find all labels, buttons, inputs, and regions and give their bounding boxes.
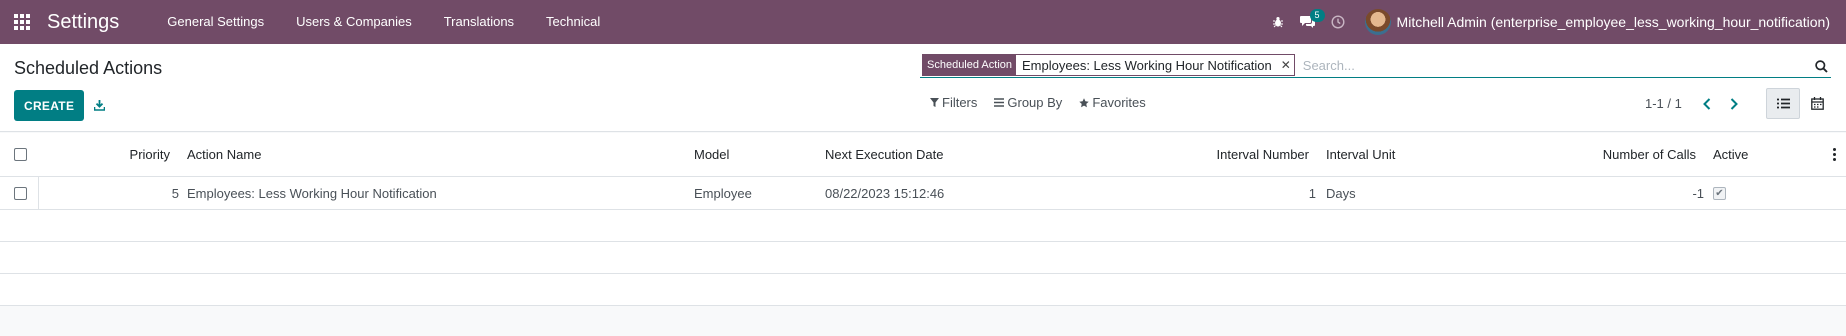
app-title[interactable]: Settings	[47, 11, 119, 34]
filters-button[interactable]: Filters	[930, 95, 977, 110]
kebab-icon	[1833, 148, 1837, 161]
search-options: Filters Group By Favorites	[930, 95, 1163, 110]
select-all-cell	[14, 133, 27, 176]
group-by-label: Group By	[1007, 95, 1063, 110]
menu-general-settings[interactable]: General Settings	[151, 0, 280, 44]
column-next-execution-date[interactable]: Next Execution Date	[825, 133, 944, 176]
menu-translations[interactable]: Translations	[428, 0, 530, 44]
control-panel: Scheduled Actions CREATE Scheduled Actio…	[0, 44, 1846, 132]
debug-icon[interactable]	[1263, 0, 1293, 44]
cell-interval-number: 1	[1308, 185, 1316, 201]
column-interval-unit[interactable]: Interval Unit	[1326, 133, 1395, 176]
messages-button[interactable]: 5	[1293, 0, 1325, 44]
search-facet: Scheduled Action Employees: Less Working…	[922, 54, 1295, 76]
column-action-name[interactable]: Action Name	[187, 133, 261, 176]
search-bar: Scheduled Action Employees: Less Working…	[920, 53, 1831, 78]
column-active[interactable]: Active	[1713, 133, 1748, 176]
create-button[interactable]: CREATE	[14, 90, 85, 121]
table-header: Priority Action Name Model Next Executio…	[0, 133, 1846, 177]
row-divider	[38, 177, 39, 209]
group-by-icon	[994, 98, 1005, 107]
cell-priority: 5	[171, 185, 179, 201]
chevron-left-icon	[1703, 98, 1711, 110]
top-navbar: Settings General Settings Users & Compan…	[0, 0, 1846, 44]
favorites-button[interactable]: Favorites	[1079, 95, 1146, 110]
chevron-right-icon	[1730, 98, 1738, 110]
row-select-cell	[14, 177, 27, 209]
download-icon	[93, 100, 105, 111]
pager-previous-button[interactable]	[1696, 92, 1718, 116]
menu-users-companies[interactable]: Users & Companies	[280, 0, 428, 44]
cell-number-of-calls: -1	[1692, 185, 1704, 201]
column-number-of-calls[interactable]: Number of Calls	[1500, 133, 1696, 176]
star-icon	[1079, 97, 1090, 107]
column-priority[interactable]: Priority	[40, 133, 170, 176]
apps-menu-button[interactable]	[0, 0, 44, 44]
export-download-button[interactable]	[88, 90, 110, 121]
search-input[interactable]	[1302, 54, 1831, 76]
calendar-view-button[interactable]	[1800, 88, 1834, 119]
list-icon	[1776, 98, 1790, 109]
column-interval-number[interactable]: Interval Number	[1100, 133, 1309, 176]
systray: 5 Mitchell Admin (enterprise_employee_le…	[1263, 0, 1846, 44]
cell-model: Employee	[694, 185, 752, 201]
cell-active: ✔	[1713, 177, 1726, 209]
cell-action-name: Employees: Less Working Hour Notificatio…	[187, 185, 437, 201]
optional-columns-toggle[interactable]	[1833, 133, 1837, 176]
cell-next-execution-date: 08/22/2023 15:12:46	[825, 185, 945, 201]
empty-row	[0, 210, 1846, 242]
table-row[interactable]: 5 Employees: Less Working Hour Notificat…	[0, 177, 1846, 210]
group-by-button[interactable]: Group By	[994, 95, 1062, 110]
facet-label: Scheduled Action	[923, 55, 1017, 75]
column-model[interactable]: Model	[694, 133, 729, 176]
empty-row	[0, 242, 1846, 274]
pager-next-button[interactable]	[1723, 92, 1745, 116]
empty-row	[0, 274, 1846, 306]
user-menu[interactable]: Mitchell Admin (enterprise_employee_less…	[1364, 9, 1830, 35]
calendar-icon	[1810, 97, 1824, 110]
menu-technical[interactable]: Technical	[530, 0, 616, 44]
facet-value: Employees: Less Working Hour Notificatio…	[1016, 55, 1278, 75]
favorites-label: Favorites	[1092, 95, 1146, 110]
select-all-checkbox[interactable]	[14, 148, 27, 161]
active-checkbox: ✔	[1713, 186, 1726, 200]
search-icon[interactable]	[1811, 56, 1831, 76]
facet-remove-icon[interactable]: ✕	[1278, 55, 1294, 75]
user-name: Mitchell Admin (enterprise_employee_less…	[1396, 14, 1830, 30]
avatar	[1364, 9, 1391, 35]
pager-value[interactable]: 1-1 / 1	[1645, 96, 1682, 111]
filter-icon	[930, 98, 939, 107]
row-checkbox[interactable]	[14, 186, 27, 200]
activity-clock-icon[interactable]	[1323, 0, 1353, 44]
page-title: Scheduled Actions	[14, 58, 163, 78]
cell-interval-unit: Days	[1326, 185, 1356, 201]
filters-label: Filters	[942, 95, 978, 110]
list-view-button[interactable]	[1766, 88, 1800, 119]
list-view: Priority Action Name Model Next Executio…	[0, 133, 1846, 306]
apps-grid-icon	[14, 14, 30, 30]
view-switcher	[1766, 88, 1834, 119]
